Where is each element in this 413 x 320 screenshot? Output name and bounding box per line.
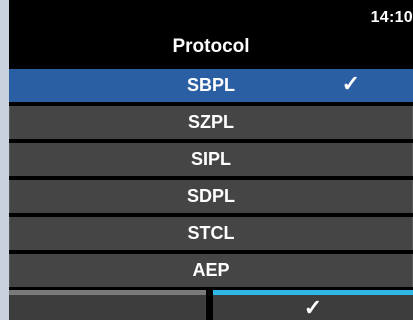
protocol-item-stcl[interactable]: STCL: [9, 217, 413, 250]
device-screen: 14:10 Protocol SBPL ✓ SZPL SIPL SDPL STC…: [9, 0, 413, 320]
protocol-item-label: SIPL: [190, 149, 231, 169]
protocol-item-label: SBPL: [186, 75, 235, 95]
protocol-item-szpl[interactable]: SZPL: [9, 106, 413, 139]
protocol-item-aep[interactable]: AEP: [9, 254, 413, 287]
protocol-item-sipl[interactable]: SIPL: [9, 143, 413, 176]
status-bar: 14:10: [9, 0, 413, 34]
protocol-item-sdpl[interactable]: SDPL: [9, 180, 413, 213]
protocol-item-label: STCL: [187, 223, 235, 243]
protocol-list: SBPL ✓ SZPL SIPL SDPL STCL AEP: [9, 69, 413, 291]
protocol-item-label: AEP: [192, 260, 230, 280]
confirm-button[interactable]: ✓: [213, 290, 413, 320]
protocol-item-sbpl[interactable]: SBPL ✓: [9, 69, 413, 102]
clock: 14:10: [370, 9, 413, 26]
back-button[interactable]: [9, 290, 206, 320]
bottom-action-bar: ✓: [9, 290, 413, 320]
protocol-item-label: SDPL: [186, 186, 235, 206]
page-title: Protocol: [172, 36, 250, 57]
protocol-item-label: SZPL: [187, 112, 234, 132]
check-icon: ✓: [303, 294, 323, 320]
check-icon: ✓: [341, 71, 360, 96]
